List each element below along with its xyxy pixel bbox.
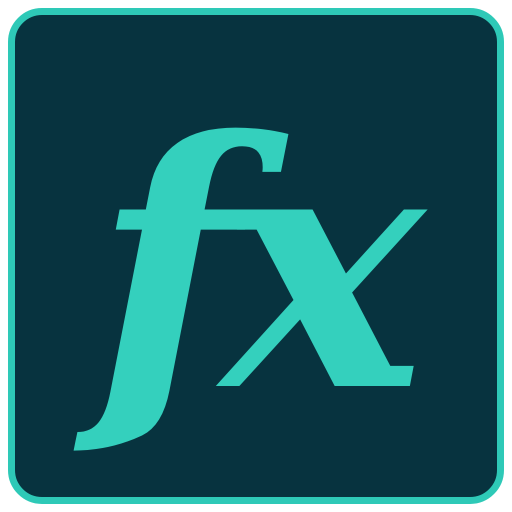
function-icon: fx — [8, 8, 504, 504]
fx-glyph: fx — [93, 68, 425, 467]
icon-glyph-container: fx — [15, 15, 497, 497]
